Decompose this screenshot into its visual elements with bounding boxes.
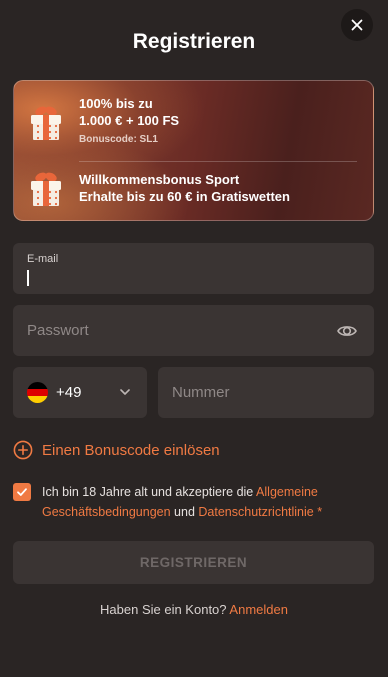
eye-icon[interactable] xyxy=(336,320,358,342)
login-link[interactable]: Anmelden xyxy=(229,602,288,617)
promo-sport-text: Willkommensbonus Sport Erhalte bis zu 60… xyxy=(79,171,290,205)
plus-circle-icon xyxy=(13,440,33,460)
promo-divider xyxy=(79,161,357,162)
redeem-bonus-code-link[interactable]: Einen Bonuscode einlösen xyxy=(13,440,220,460)
login-question: Haben Sie ein Konto? xyxy=(100,602,230,617)
consent-text-before: Ich bin 18 Jahre alt und akzeptiere die xyxy=(42,485,257,499)
promo-casino-line2: 1.000 € + 100 FS xyxy=(79,113,180,128)
promo-bonus-code: Bonuscode: SL1 xyxy=(79,134,158,145)
email-field[interactable]: E-mail xyxy=(13,243,374,294)
login-prompt: Haben Sie ein Konto? Anmelden xyxy=(0,602,388,617)
redeem-bonus-code-label: Einen Bonuscode einlösen xyxy=(42,441,220,459)
required-mark: * xyxy=(313,505,323,519)
consent-text: Ich bin 18 Jahre alt und akzeptiere die … xyxy=(42,482,367,522)
promo-casino-text: 100% bis zu 1.000 € + 100 FS Bonuscode: … xyxy=(79,95,179,146)
password-field[interactable]: Passwort xyxy=(13,305,374,356)
page-title: Registrieren xyxy=(132,30,256,53)
promo-sport-line1: Willkommensbonus Sport xyxy=(79,172,240,187)
phone-number-field[interactable]: Nummer xyxy=(158,367,374,418)
password-placeholder: Passwort xyxy=(27,322,89,339)
register-button[interactable]: REGISTRIEREN xyxy=(13,541,374,584)
gift-icon xyxy=(31,106,61,140)
phone-placeholder: Nummer xyxy=(172,384,230,401)
privacy-link[interactable]: Datenschutzrichtlinie xyxy=(198,505,313,519)
email-label: E-mail xyxy=(27,253,59,265)
promo-card: 100% bis zu 1.000 € + 100 FS Bonuscode: … xyxy=(13,80,374,221)
consent-checkbox[interactable] xyxy=(13,483,31,501)
dial-code: +49 xyxy=(56,384,82,401)
text-caret xyxy=(27,270,29,286)
promo-casino-line1: 100% bis zu xyxy=(79,96,153,111)
checkmark-icon xyxy=(17,488,27,496)
country-code-select[interactable]: +49 xyxy=(13,367,147,418)
chevron-down-icon xyxy=(120,389,130,395)
gift-icon xyxy=(31,172,61,206)
consent-text-middle: und xyxy=(170,505,199,519)
germany-flag xyxy=(27,382,48,403)
promo-sport-line2: Erhalte bis zu 60 € in Gratiswetten xyxy=(79,189,290,204)
